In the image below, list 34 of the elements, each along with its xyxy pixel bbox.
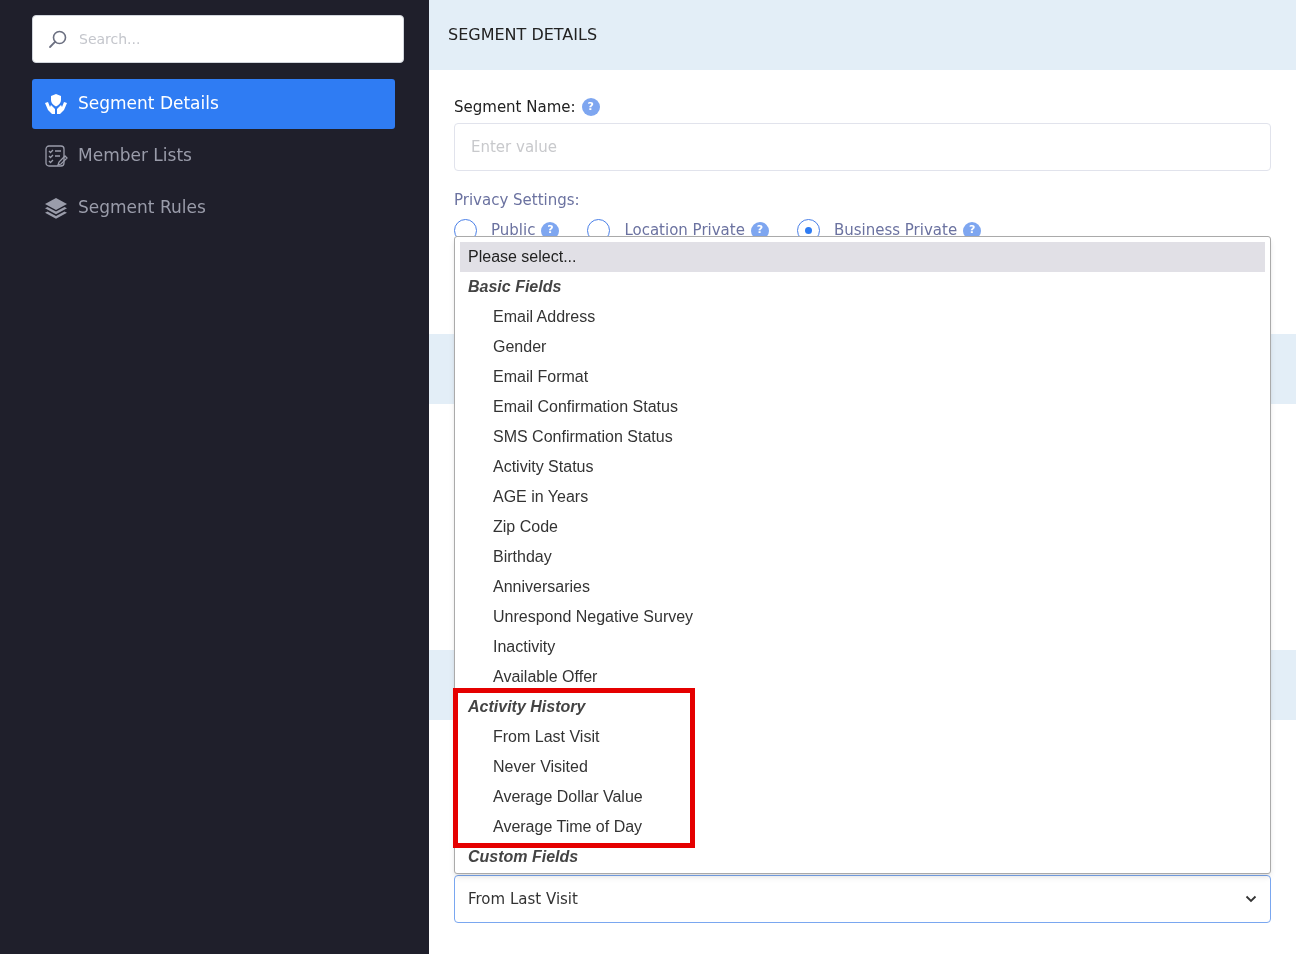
search-icon <box>48 29 68 49</box>
dropdown-option[interactable]: Activity Status <box>460 452 1265 482</box>
field-select[interactable]: From Last Visit <box>454 875 1271 923</box>
dropdown-option[interactable]: Email Format <box>460 362 1265 392</box>
dropdown-option[interactable]: Never Visited <box>460 752 1265 782</box>
checklist-icon <box>44 144 68 168</box>
sidebar-item[interactable]: Segment Rules <box>32 183 395 233</box>
dropdown-option[interactable]: Anniversaries <box>460 572 1265 602</box>
sidebar-item[interactable]: Segment Details <box>32 79 395 129</box>
option-group-label: Custom Fields <box>467 847 580 867</box>
dropdown-option[interactable]: SMS Confirmation Status <box>460 422 1265 452</box>
dropdown-option[interactable]: Birthday <box>460 542 1265 572</box>
section-title: SEGMENT DETAILS <box>448 24 598 46</box>
search-field[interactable]: Search... <box>32 15 404 63</box>
dropdown-option[interactable]: Unrespond Negative Survey <box>460 602 1265 632</box>
dropdown-option[interactable]: Gender <box>460 332 1265 362</box>
sidebar-item[interactable]: Member Lists <box>32 131 395 181</box>
dropdown-option[interactable]: Inactivity <box>460 632 1265 662</box>
option-group-label: Activity History <box>467 697 587 717</box>
dropdown-option[interactable]: AGE in Years <box>460 482 1265 512</box>
dropdown-option[interactable]: Available Offer <box>460 662 1265 692</box>
field-label: Segment Name: <box>454 97 576 118</box>
dropdown-option[interactable]: Please select... <box>460 242 1265 272</box>
dropdown-option[interactable]: Average Dollar Value <box>460 782 1265 812</box>
dropdown-option[interactable]: From Last Visit <box>460 722 1265 752</box>
dropdown-option[interactable]: Zip Code <box>460 512 1265 542</box>
dropdown-option[interactable]: Email Confirmation Status <box>460 392 1265 422</box>
layers-icon <box>44 196 68 220</box>
shield-hands-icon <box>44 92 68 116</box>
option-group-label: Basic Fields <box>467 277 563 297</box>
dropdown-option[interactable]: Average Time of Day <box>460 812 1265 842</box>
chevron-down-icon <box>1245 895 1257 903</box>
dropdown-option[interactable]: Email Address <box>460 302 1265 332</box>
field-label: Privacy Settings: <box>454 189 581 211</box>
